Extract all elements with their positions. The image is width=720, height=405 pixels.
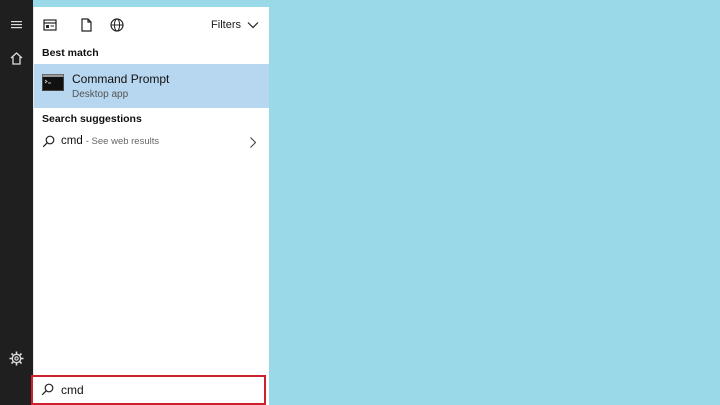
- suggestion-hint: - See web results: [85, 136, 160, 147]
- apps-icon[interactable]: [42, 17, 58, 33]
- search-icon: [41, 383, 54, 396]
- best-match-result[interactable]: Command Prompt Desktop app: [34, 64, 269, 108]
- search-input[interactable]: [61, 381, 251, 399]
- gear-icon[interactable]: [8, 350, 25, 367]
- web-suggestion-item[interactable]: cmd - See web results: [34, 132, 269, 154]
- chevron-right-icon[interactable]: [249, 136, 257, 149]
- documents-icon[interactable]: [78, 17, 94, 33]
- hamburger-icon[interactable]: [8, 16, 25, 33]
- home-icon[interactable]: [8, 50, 25, 67]
- search-results-panel: Filters Best match Command Prompt Deskto…: [33, 7, 269, 405]
- result-title: Command Prompt: [72, 72, 170, 86]
- web-globe-icon[interactable]: [109, 17, 125, 33]
- command-prompt-icon: [42, 74, 64, 91]
- result-subtitle: Desktop app: [72, 89, 129, 100]
- filters-label: Filters: [211, 19, 241, 31]
- search-icon: [42, 135, 55, 148]
- search-filter-bar: Filters: [34, 7, 269, 43]
- chevron-down-icon: [247, 22, 259, 29]
- suggestion-query: cmd: [61, 135, 83, 147]
- taskbar-search-box[interactable]: [31, 375, 266, 405]
- filters-dropdown[interactable]: Filters: [211, 17, 259, 33]
- search-suggestions-heading: Search suggestions: [42, 113, 142, 125]
- best-match-heading: Best match: [42, 47, 99, 59]
- start-rail: [0, 0, 33, 405]
